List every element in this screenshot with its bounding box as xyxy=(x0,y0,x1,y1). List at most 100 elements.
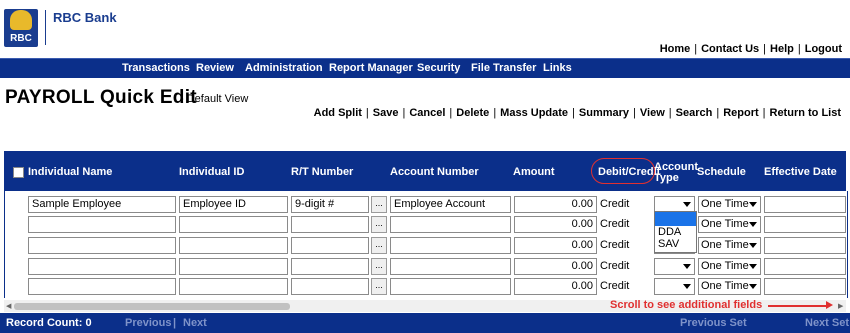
col-account-type-line2[interactable]: Type xyxy=(654,172,679,184)
individual-id-input[interactable] xyxy=(179,237,288,254)
scroll-left-icon[interactable]: ◀ xyxy=(6,302,11,310)
amount-input[interactable]: 0.00 xyxy=(514,237,597,254)
search-link[interactable]: Search xyxy=(676,107,713,119)
schedule-select[interactable]: One Time xyxy=(698,278,761,295)
amount-input[interactable]: 0.00 xyxy=(514,278,597,295)
chevron-down-icon xyxy=(749,202,757,207)
individual-id-input[interactable] xyxy=(179,216,288,233)
rt-number-input[interactable] xyxy=(291,258,369,275)
individual-name-input[interactable] xyxy=(28,278,176,295)
individual-id-input[interactable] xyxy=(179,258,288,275)
amount-input[interactable]: 0.00 xyxy=(514,216,597,233)
effective-date-input[interactable] xyxy=(764,196,846,213)
account-type-option-sav[interactable]: SAV xyxy=(658,238,679,250)
main-nav: Transactions Review Administration Repor… xyxy=(0,58,850,78)
rt-lookup-button[interactable]: ... xyxy=(371,258,387,275)
debit-credit-value: Credit xyxy=(600,280,630,292)
grid-footer: Record Count: 0 Previous | Next Previous… xyxy=(0,313,850,333)
grid-header: Individual Name Individual ID R/T Number… xyxy=(4,151,846,191)
delete-link[interactable]: Delete xyxy=(456,107,489,119)
individual-id-input[interactable] xyxy=(179,278,288,295)
effective-date-input[interactable] xyxy=(764,278,846,295)
account-number-input[interactable] xyxy=(390,258,511,275)
account-type-dropdown-list[interactable]: DDA SAV xyxy=(654,211,697,253)
individual-name-input[interactable] xyxy=(28,237,176,254)
col-rt-number[interactable]: R/T Number xyxy=(291,166,353,178)
debit-credit-value: Credit xyxy=(600,198,630,210)
previous-link[interactable]: Previous xyxy=(125,317,171,329)
col-effective-date[interactable]: Effective Date xyxy=(764,166,837,178)
help-link[interactable]: Help xyxy=(770,43,794,55)
account-type-option-dda[interactable]: DDA xyxy=(658,226,681,238)
col-individual-id[interactable]: Individual ID xyxy=(179,166,244,178)
col-amount[interactable]: Amount xyxy=(513,166,555,178)
scrollbar-thumb[interactable] xyxy=(14,303,290,310)
cancel-link[interactable]: Cancel xyxy=(409,107,445,119)
account-number-input[interactable]: Employee Account xyxy=(390,196,511,213)
home-link[interactable]: Home xyxy=(660,43,691,55)
effective-date-input[interactable] xyxy=(764,237,846,254)
scroll-note: Scroll to see additional fields xyxy=(610,299,763,311)
effective-date-input[interactable] xyxy=(764,258,846,275)
return-to-list-link[interactable]: Return to List xyxy=(770,107,842,119)
select-all-checkbox[interactable] xyxy=(13,167,24,178)
logout-link[interactable]: Logout xyxy=(805,43,842,55)
account-type-select[interactable] xyxy=(654,278,695,295)
view-name: - Default View xyxy=(180,93,249,105)
save-link[interactable]: Save xyxy=(373,107,399,119)
nav-report-manager[interactable]: Report Manager xyxy=(329,62,413,74)
account-number-input[interactable] xyxy=(390,216,511,233)
rt-lookup-button[interactable]: ... xyxy=(371,278,387,295)
page-title: PAYROLL Quick Edit xyxy=(5,87,197,108)
rt-number-input[interactable] xyxy=(291,237,369,254)
next-link[interactable]: Next xyxy=(183,317,207,329)
schedule-select[interactable]: One Time xyxy=(698,258,761,275)
amount-input[interactable]: 0.00 xyxy=(514,258,597,275)
contact-us-link[interactable]: Contact Us xyxy=(701,43,759,55)
nav-links[interactable]: Links xyxy=(543,62,572,74)
report-link[interactable]: Report xyxy=(723,107,758,119)
individual-id-input[interactable]: Employee ID xyxy=(179,196,288,213)
nav-transactions[interactable]: Transactions xyxy=(122,62,190,74)
rt-number-input[interactable] xyxy=(291,216,369,233)
rt-number-input[interactable]: 9-digit # xyxy=(291,196,369,213)
debit-credit-value: Credit xyxy=(600,260,630,272)
amount-input[interactable]: 0.00 xyxy=(514,196,597,213)
schedule-select[interactable]: One Time xyxy=(698,216,761,233)
chevron-down-icon xyxy=(749,222,757,227)
schedule-select[interactable]: One Time xyxy=(698,237,761,254)
schedule-select[interactable]: One Time xyxy=(698,196,761,213)
effective-date-input[interactable] xyxy=(764,216,846,233)
rt-lookup-button[interactable]: ... xyxy=(371,196,387,213)
nav-file-transfer[interactable]: File Transfer xyxy=(471,62,536,74)
nav-security[interactable]: Security xyxy=(417,62,460,74)
mass-update-link[interactable]: Mass Update xyxy=(500,107,568,119)
debit-credit-value: Credit xyxy=(600,239,630,251)
individual-name-input[interactable] xyxy=(28,258,176,275)
logo-divider xyxy=(45,10,46,45)
col-schedule[interactable]: Schedule xyxy=(697,166,746,178)
scroll-right-icon[interactable]: ▶ xyxy=(838,302,843,310)
nav-administration[interactable]: Administration xyxy=(245,62,323,74)
account-type-select[interactable] xyxy=(654,258,695,275)
logo-text: RBC xyxy=(10,33,32,44)
individual-name-input[interactable] xyxy=(28,216,176,233)
rt-number-input[interactable] xyxy=(291,278,369,295)
chevron-down-icon xyxy=(749,264,757,269)
bank-name: RBC Bank xyxy=(53,10,117,25)
view-link[interactable]: View xyxy=(640,107,665,119)
summary-link[interactable]: Summary xyxy=(579,107,629,119)
add-split-link[interactable]: Add Split xyxy=(314,107,362,119)
account-number-input[interactable] xyxy=(390,237,511,254)
rt-lookup-button[interactable]: ... xyxy=(371,216,387,233)
account-type-option-blank[interactable] xyxy=(655,212,696,226)
col-account-number[interactable]: Account Number xyxy=(390,166,479,178)
next-set-link[interactable]: Next Set xyxy=(805,317,849,329)
previous-set-link[interactable]: Previous Set xyxy=(680,317,747,329)
account-number-input[interactable] xyxy=(390,278,511,295)
nav-review[interactable]: Review xyxy=(196,62,234,74)
col-individual-name[interactable]: Individual Name xyxy=(28,166,112,178)
pager-divider: | xyxy=(173,317,177,329)
rt-lookup-button[interactable]: ... xyxy=(371,237,387,254)
individual-name-input[interactable]: Sample Employee xyxy=(28,196,176,213)
